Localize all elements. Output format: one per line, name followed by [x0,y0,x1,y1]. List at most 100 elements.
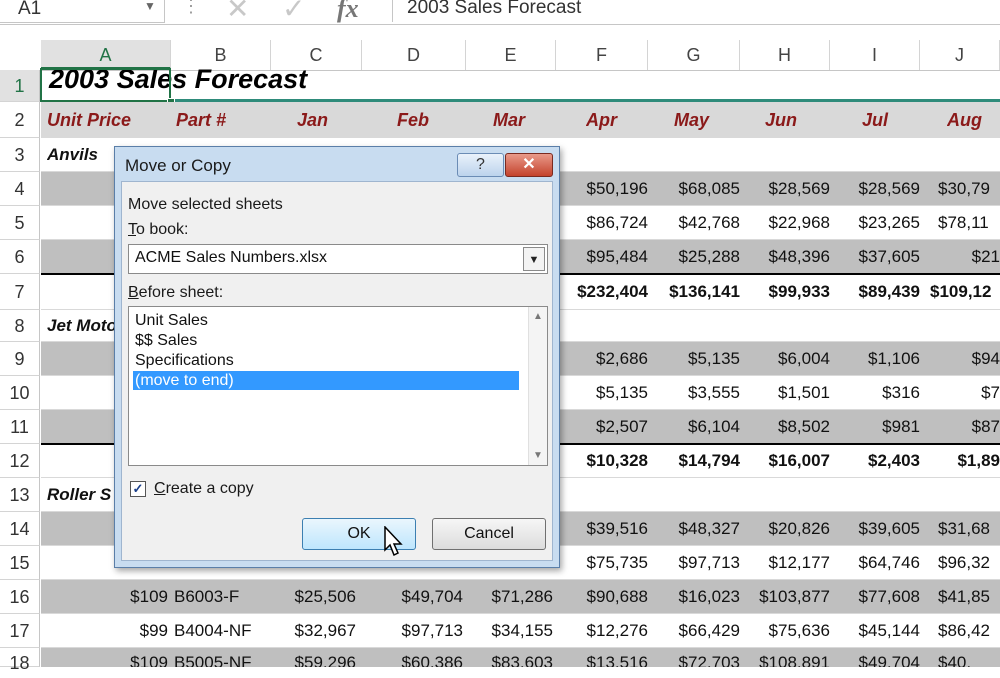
cell-f14[interactable]: $39,516 [556,512,648,545]
cell-i12[interactable]: $2,403 [830,444,920,477]
row-header-16[interactable]: 16 [0,580,40,614]
cell-h9[interactable]: $6,004 [740,342,830,375]
list-item[interactable]: $$ Sales [133,331,519,350]
cell-j5[interactable]: $78,11 [938,206,1000,239]
cell-b18[interactable]: B5005-NF [174,648,270,667]
column-header-f[interactable]: F [556,40,648,70]
cell-j16[interactable]: $41,85 [938,580,1000,613]
header-apr[interactable]: Apr [586,102,666,137]
before-sheet-list[interactable]: Unit Sales $$ Sales Specifications (move… [128,306,548,466]
cell-i5[interactable]: $23,265 [830,206,920,239]
cell-f7[interactable]: $232,404 [556,274,648,309]
cell-g11[interactable]: $6,104 [648,410,740,443]
cell-h16[interactable]: $103,877 [740,580,830,613]
cell-g14[interactable]: $48,327 [648,512,740,545]
cell-e18[interactable]: $83,603 [465,648,553,667]
header-jan[interactable]: Jan [297,102,377,137]
cell-j17[interactable]: $86,42 [938,614,1000,647]
active-cell-a1[interactable] [40,68,171,102]
cell-j15[interactable]: $96,32 [938,546,1000,579]
cell-i16[interactable]: $77,608 [830,580,920,613]
cell-f9[interactable]: $2,686 [556,342,648,375]
cell-j6[interactable]: $21 [920,240,1000,273]
header-unit-price[interactable]: Unit Price [47,102,173,137]
close-button[interactable]: ✕ [505,153,553,177]
cell-i18[interactable]: $49,704 [830,648,920,667]
row-header-11[interactable]: 11 [0,410,40,444]
cell-d17[interactable]: $97,713 [361,614,463,647]
row-header-5[interactable]: 5 [0,206,40,240]
cancel-button[interactable]: Cancel [432,518,546,550]
row-header-4[interactable]: 4 [0,172,40,206]
cell-e17[interactable]: $34,155 [465,614,553,647]
cell-f15[interactable]: $75,735 [556,546,648,579]
insert-function-icon[interactable]: fx [337,0,359,24]
cell-f11[interactable]: $2,507 [556,410,648,443]
cell-f10[interactable]: $5,135 [556,376,648,409]
cell-h18[interactable]: $108,891 [740,648,830,667]
list-scrollbar[interactable]: ▲ ▼ [528,307,547,465]
row-header-7[interactable]: 7 [0,274,40,310]
list-item[interactable]: Unit Sales [133,311,519,330]
cell-b17[interactable]: B4004-NF [174,614,270,647]
cell-j14[interactable]: $31,68 [938,512,1000,545]
header-part[interactable]: Part # [176,102,272,137]
cell-i4[interactable]: $28,569 [830,172,920,205]
row-header-3[interactable]: 3 [0,138,40,172]
list-item[interactable]: Specifications [133,351,519,370]
column-header-e[interactable]: E [466,40,556,70]
cell-g15[interactable]: $97,713 [648,546,740,579]
cell-h12[interactable]: $16,007 [740,444,830,477]
enter-icon[interactable]: ✓ [282,0,305,25]
row-header-15[interactable]: 15 [0,546,40,580]
scroll-up-icon[interactable]: ▲ [529,311,547,322]
cell-e16[interactable]: $71,286 [465,580,553,613]
cell-j11[interactable]: $87 [920,410,1000,443]
cell-h15[interactable]: $12,177 [740,546,830,579]
row-header-12[interactable]: 12 [0,444,40,478]
column-header-g[interactable]: G [648,40,740,70]
cell-a16[interactable]: $109 [81,580,168,613]
cell-g9[interactable]: $5,135 [648,342,740,375]
cell-h10[interactable]: $1,501 [740,376,830,409]
cell-i11[interactable]: $981 [830,410,920,443]
cell-g12[interactable]: $14,794 [648,444,740,477]
cell-c17[interactable]: $32,967 [267,614,356,647]
cell-j10[interactable]: $7 [920,376,1000,409]
row-header-6[interactable]: 6 [0,240,40,274]
row-header-13[interactable]: 13 [0,478,40,512]
column-header-h[interactable]: H [740,40,830,70]
cell-j9[interactable]: $94 [920,342,1000,375]
cell-f17[interactable]: $12,276 [556,614,648,647]
cell-d18[interactable]: $60,386 [361,648,463,667]
cell-g5[interactable]: $42,768 [648,206,740,239]
row-header-14[interactable]: 14 [0,512,40,546]
cell-i10[interactable]: $316 [830,376,920,409]
row-header-2[interactable]: 2 [0,102,40,138]
cell-g4[interactable]: $68,085 [648,172,740,205]
row-header-9[interactable]: 9 [0,342,40,376]
column-header-j[interactable]: J [920,40,1000,70]
name-box[interactable]: A1 ▼ [0,0,165,23]
cell-j7[interactable]: $109,12 [930,274,1000,309]
row-header-1[interactable]: 1 [0,70,40,102]
to-book-select[interactable]: ACME Sales Numbers.xlsx ▼ [128,244,548,274]
cell-a17[interactable]: $99 [81,614,168,647]
cell-h4[interactable]: $28,569 [740,172,830,205]
row-header-8[interactable]: 8 [0,310,40,342]
create-copy-checkbox[interactable]: ✓ [130,481,146,497]
cell-g6[interactable]: $25,288 [648,240,740,273]
cell-h14[interactable]: $20,826 [740,512,830,545]
formula-input[interactable]: 2003 Sales Forecast [392,0,1000,22]
cell-g17[interactable]: $66,429 [648,614,740,647]
cell-g7[interactable]: $136,141 [648,274,740,309]
cancel-icon[interactable]: ✕ [226,0,249,25]
cell-f16[interactable]: $90,688 [556,580,648,613]
cell-h7[interactable]: $99,933 [740,274,830,309]
cell-i6[interactable]: $37,605 [830,240,920,273]
cell-c16[interactable]: $25,506 [267,580,356,613]
create-copy-label[interactable]: Create a copy [154,480,254,498]
help-button[interactable]: ? [457,153,504,177]
chevron-down-icon[interactable]: ▼ [144,0,156,13]
cell-i9[interactable]: $1,106 [830,342,920,375]
